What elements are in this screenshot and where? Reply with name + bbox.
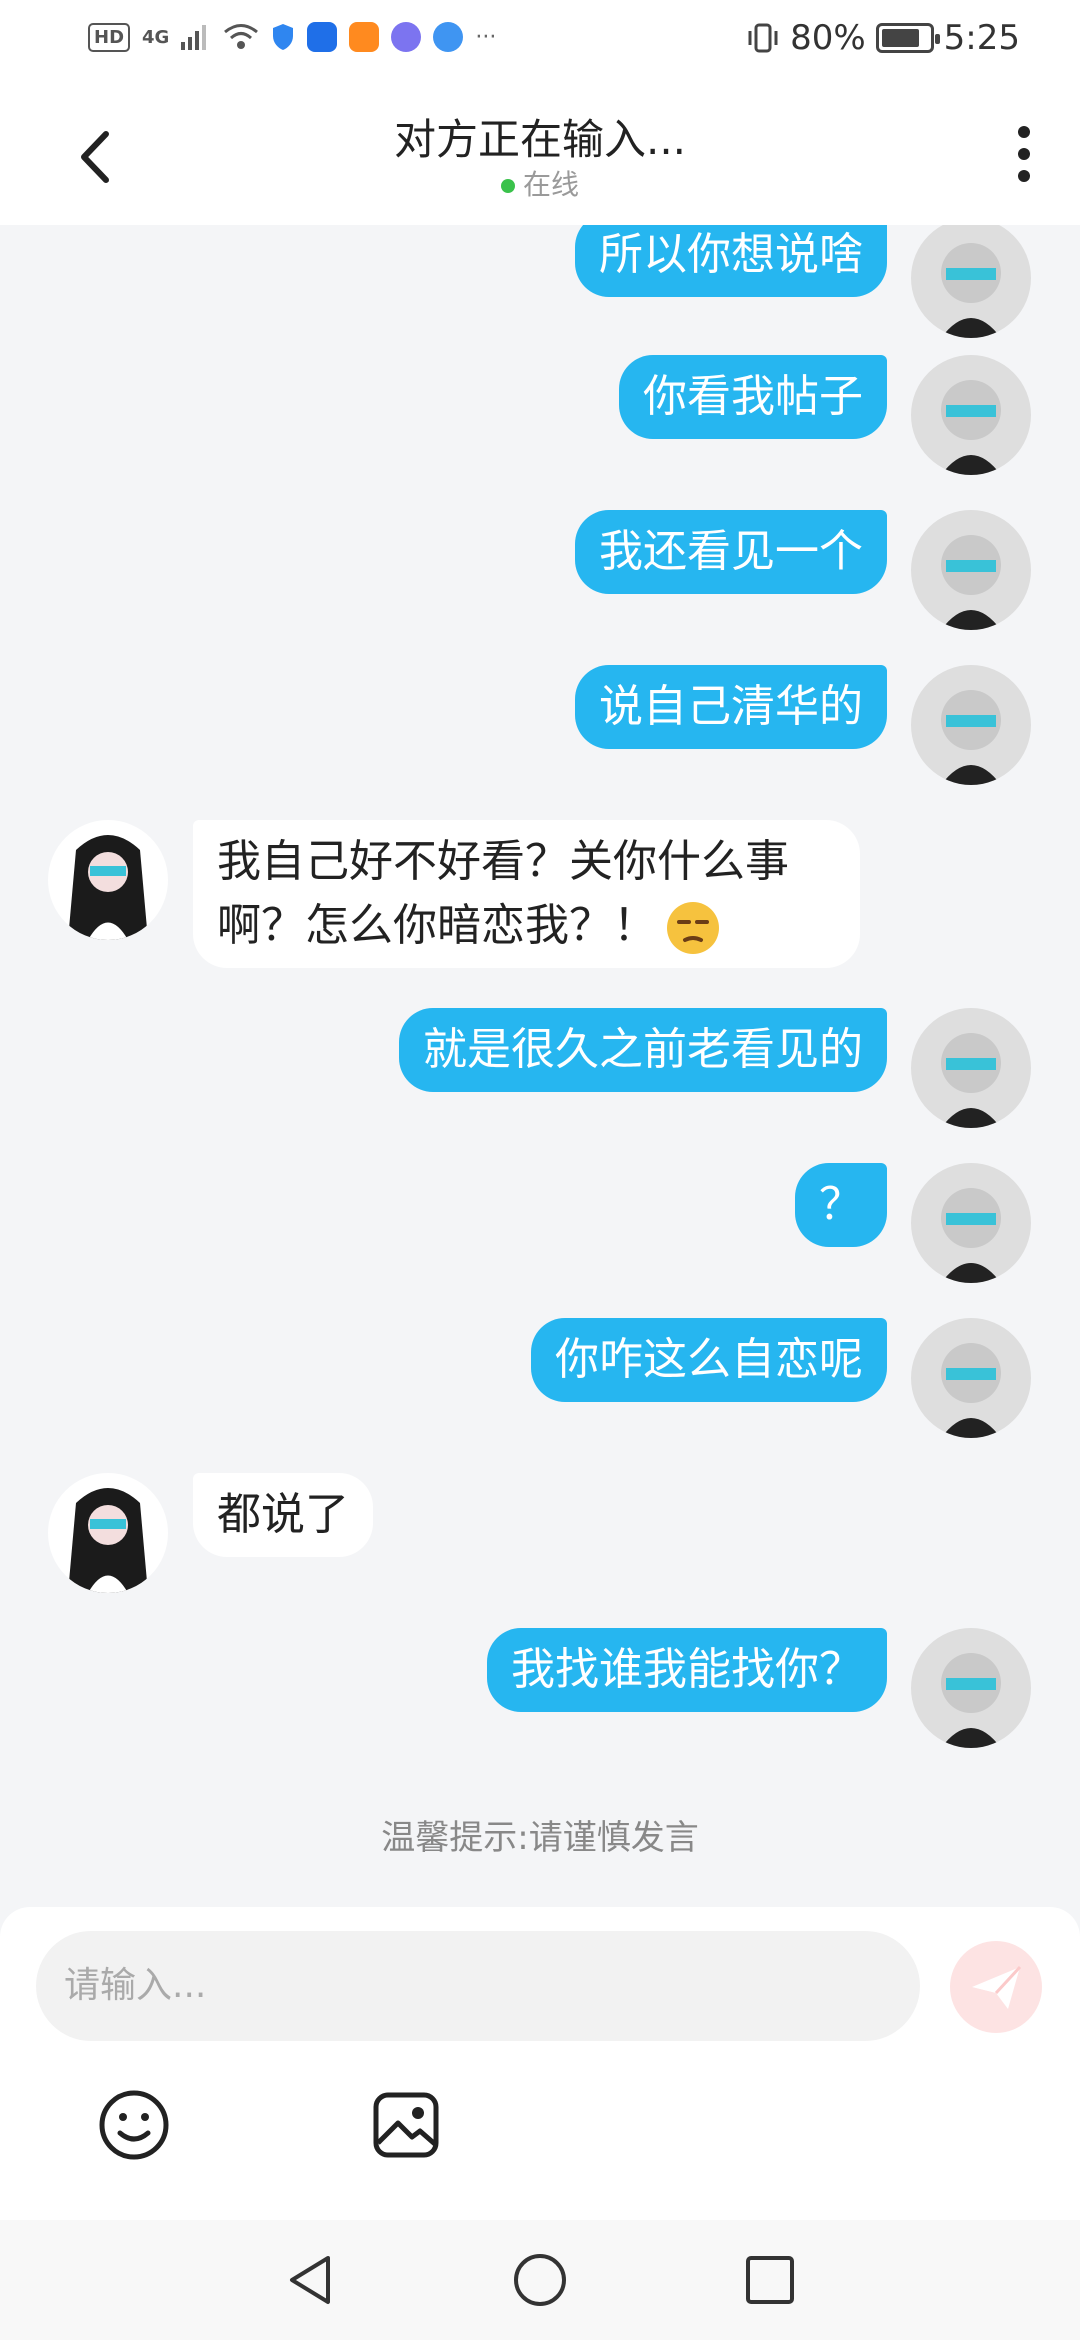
unamused-face-icon (667, 902, 719, 954)
vibrate-icon (748, 23, 778, 53)
caution-tip: 温馨提示:请谨慎发言 (381, 1818, 699, 1858)
contact-avatar[interactable] (48, 820, 168, 940)
status-icons-right: 80% 5:25 (746, 18, 1020, 58)
my-avatar[interactable] (911, 510, 1031, 630)
my-avatar-image (941, 1188, 1001, 1283)
status-bar: HD 4G ··· 80% 5:25 (0, 0, 1080, 80)
my-avatar[interactable] (911, 1008, 1031, 1128)
wifi-icon (224, 24, 259, 49)
nav-back-icon[interactable] (280, 2250, 340, 2310)
my-avatar-image (941, 380, 1001, 475)
battery-percent: 80% (790, 18, 866, 58)
message-bubble[interactable]: 所以你想说啥 (575, 225, 887, 297)
message-bubble[interactable]: 就是很久之前老看见的 (399, 1008, 887, 1092)
message-bubble[interactable]: 我自己好不好看？关你什么事啊？怎么你暗恋我？！ (193, 820, 860, 968)
network-type: 4G (142, 26, 170, 48)
my-avatar[interactable] (911, 1163, 1031, 1283)
smiley-icon[interactable] (96, 2087, 172, 2163)
my-avatar[interactable] (911, 355, 1031, 475)
message-list[interactable]: 所以你想说啥 你看我帖子 我还看见一个 说自己清华的 我自己好不好看？关你什么事… (0, 225, 1080, 1907)
my-avatar-image (941, 243, 1001, 338)
chat-header: 对方正在输入... 在线 (0, 80, 1080, 225)
online-status-label: 在线 (522, 168, 579, 201)
my-avatar-image (941, 690, 1001, 785)
bulb-app-icon (307, 22, 338, 52)
message-bubble[interactable]: ？ (795, 1163, 887, 1247)
my-avatar[interactable] (911, 1628, 1031, 1748)
contact-avatar-image (68, 1488, 148, 1593)
online-status: 在线 (0, 163, 1080, 203)
contact-avatar[interactable] (48, 1473, 168, 1593)
my-avatar-image (941, 1653, 1001, 1748)
hd-indicator: HD (88, 22, 131, 52)
composer: 请输入... (0, 1907, 1080, 2220)
shield-icon (273, 24, 294, 50)
battery-icon (875, 23, 940, 53)
status-icons-left: HD 4G ··· (88, 22, 496, 52)
paper-plane-icon (972, 1965, 1022, 2009)
message-bubble[interactable]: 都说了 (193, 1473, 373, 1557)
my-avatar-image (941, 535, 1001, 630)
my-avatar[interactable] (911, 225, 1031, 338)
chat-title: 对方正在输入... (393, 115, 687, 164)
system-nav-bar (0, 2220, 1080, 2340)
video-app-icon (349, 22, 380, 52)
signal-icon (181, 25, 207, 50)
more-options-icon[interactable] (1016, 122, 1032, 186)
contact-avatar-image (68, 835, 148, 940)
message-bubble[interactable]: 你咋这么自恋呢 (531, 1318, 887, 1402)
my-avatar[interactable] (911, 665, 1031, 785)
more-notifications: ··· (475, 24, 497, 50)
message-bubble[interactable]: 我还看见一个 (575, 510, 887, 594)
image-icon[interactable] (368, 2087, 444, 2163)
message-bubble[interactable]: 我找谁我能找你？ (487, 1628, 887, 1712)
browser-app-icon (433, 22, 464, 52)
message-input[interactable]: 请输入... (36, 1931, 920, 2041)
clock: 5:25 (943, 18, 1020, 58)
online-dot (500, 179, 515, 193)
message-bubble[interactable]: 你看我帖子 (619, 355, 887, 439)
my-avatar-image (941, 1343, 1001, 1438)
my-avatar-image (941, 1033, 1001, 1128)
send-button[interactable] (950, 1941, 1042, 2033)
nav-home-icon[interactable] (510, 2250, 570, 2310)
my-avatar[interactable] (911, 1318, 1031, 1438)
music-app-icon (391, 22, 422, 52)
message-bubble[interactable]: 说自己清华的 (575, 665, 887, 749)
nav-recents-icon[interactable] (740, 2250, 800, 2310)
